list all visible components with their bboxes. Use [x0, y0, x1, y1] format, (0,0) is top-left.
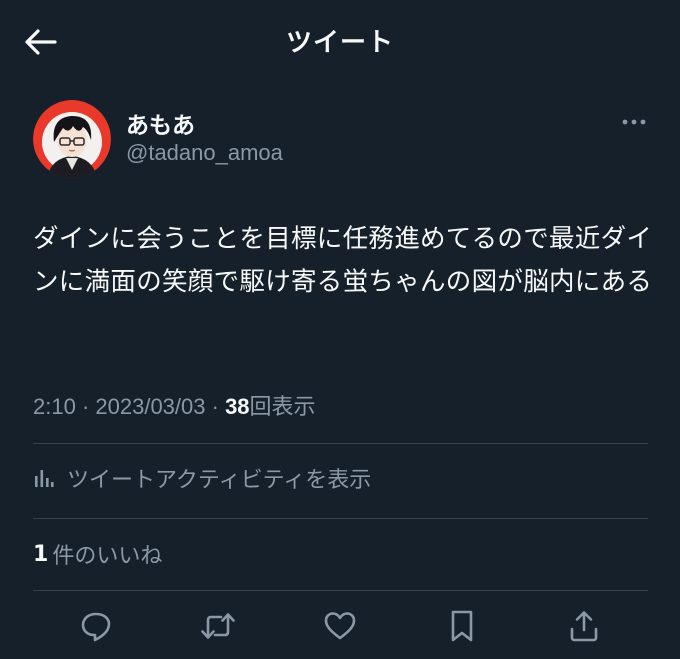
reply-button[interactable]	[78, 608, 114, 644]
divider	[33, 443, 648, 444]
meta-separator: ·	[205, 394, 226, 419]
divider	[33, 518, 648, 519]
tweet-text: ダインに会うことを目標に任務進めてるので最近ダインに満面の笑顔で駆け寄る蛍ちゃん…	[33, 224, 653, 297]
like-button[interactable]	[322, 608, 358, 644]
heart-icon	[324, 612, 356, 640]
bar-chart-icon	[35, 470, 54, 487]
avatar[interactable]	[33, 100, 111, 178]
more-options-button[interactable]	[618, 110, 650, 134]
tweet-time[interactable]: 2:10	[33, 394, 76, 419]
likes-count: 1	[33, 541, 49, 567]
views-label: 回表示	[249, 394, 316, 419]
retweet-icon	[201, 613, 235, 639]
page-title: ツイート	[285, 28, 394, 58]
tweet-meta: 2:10 · 2023/03/03 · 38回表示	[33, 389, 316, 421]
bookmark-button[interactable]	[444, 608, 480, 644]
author-display-name[interactable]: あもあ	[126, 106, 195, 140]
retweet-button[interactable]	[200, 608, 236, 644]
tweet-date[interactable]: 2023/03/03	[95, 394, 205, 419]
author-handle[interactable]: @tadano_amoa	[126, 140, 283, 166]
likes-label: 件のいいね	[52, 544, 163, 569]
share-icon	[570, 611, 598, 642]
view-activity-link[interactable]: ツイートアクティビティを表示	[33, 460, 371, 496]
likes-link[interactable]: 1 件のいいね	[33, 536, 162, 572]
activity-label: ツイートアクティビティを表示	[67, 468, 372, 493]
top-bar: ツイート	[0, 0, 680, 84]
divider	[33, 590, 648, 591]
views-count: 38	[225, 394, 250, 419]
share-button[interactable]	[566, 608, 602, 644]
meta-separator: ·	[75, 394, 96, 419]
bookmark-icon	[451, 610, 473, 642]
more-dots-icon	[622, 119, 646, 125]
reply-icon	[81, 612, 111, 642]
